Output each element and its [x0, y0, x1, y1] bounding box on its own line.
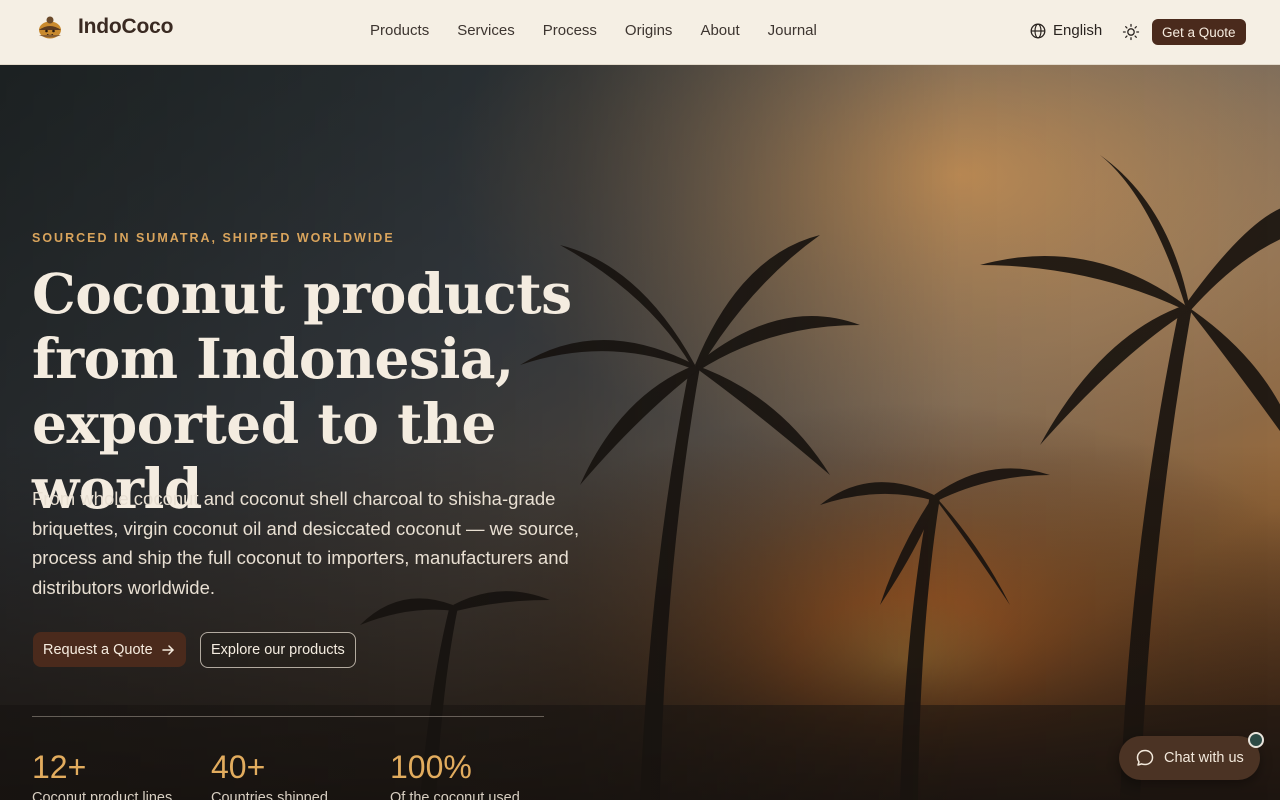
brand-name: IndoCoco [78, 15, 174, 38]
chat-button[interactable]: Chat with us [1119, 736, 1260, 780]
sun-icon[interactable] [1122, 23, 1140, 41]
stats-divider [32, 716, 544, 717]
stat-countries: 40+ Countries shipped [211, 748, 328, 800]
nav-item-journal[interactable]: Journal [768, 22, 817, 39]
chat-label: Chat with us [1164, 750, 1244, 766]
request-quote-button[interactable]: Request a Quote [33, 632, 186, 667]
nav-item-about[interactable]: About [700, 22, 739, 39]
stat-coconut-used: 100% Of the coconut used [390, 748, 520, 800]
stat-value: 12+ [32, 749, 87, 785]
stat-product-lines: 12+ Coconut product lines [32, 748, 172, 800]
nav-item-process[interactable]: Process [543, 22, 597, 39]
main-nav: Products Services Process Origins About … [370, 22, 845, 39]
stat-label: Of the coconut used [390, 790, 520, 800]
coconut-logo-icon [39, 16, 61, 39]
hero-headline: Coconut products from Indonesia, exporte… [32, 261, 672, 521]
hero-lead: From whole coconut and coconut shell cha… [32, 488, 580, 598]
status-dot [1248, 732, 1264, 748]
request-quote-label: Request a Quote [43, 641, 153, 658]
stat-value: 40+ [211, 749, 266, 785]
stat-label: Countries shipped [211, 790, 328, 800]
hero-section: SOURCED IN SUMATRA, SHIPPED WORLDWIDE Co… [0, 65, 1280, 800]
stat-value: 100% [390, 749, 472, 785]
language-label: English [1053, 22, 1103, 39]
chat-bubble-icon [1136, 749, 1154, 766]
brand-link[interactable]: IndoCoco [36, 13, 173, 41]
headline-line-2: from Indonesia, [32, 326, 514, 391]
nav-item-services[interactable]: Services [457, 22, 515, 39]
arrow-right-icon [161, 644, 174, 655]
explore-products-button[interactable]: Explore our products [200, 632, 356, 668]
language-switcher[interactable]: English [1030, 22, 1102, 39]
nav-item-origins[interactable]: Origins [625, 22, 673, 39]
nav-item-products[interactable]: Products [370, 22, 429, 39]
site-header: IndoCoco Products Services Process Origi… [0, 0, 1280, 65]
get-quote-button[interactable]: Get a Quote [1152, 19, 1246, 45]
stat-label: Coconut product lines [32, 790, 173, 800]
globe-icon [1030, 23, 1046, 38]
hero-eyebrow: SOURCED IN SUMATRA, SHIPPED WORLDWIDE [32, 231, 395, 245]
headline-line-1: Coconut products [32, 261, 572, 326]
